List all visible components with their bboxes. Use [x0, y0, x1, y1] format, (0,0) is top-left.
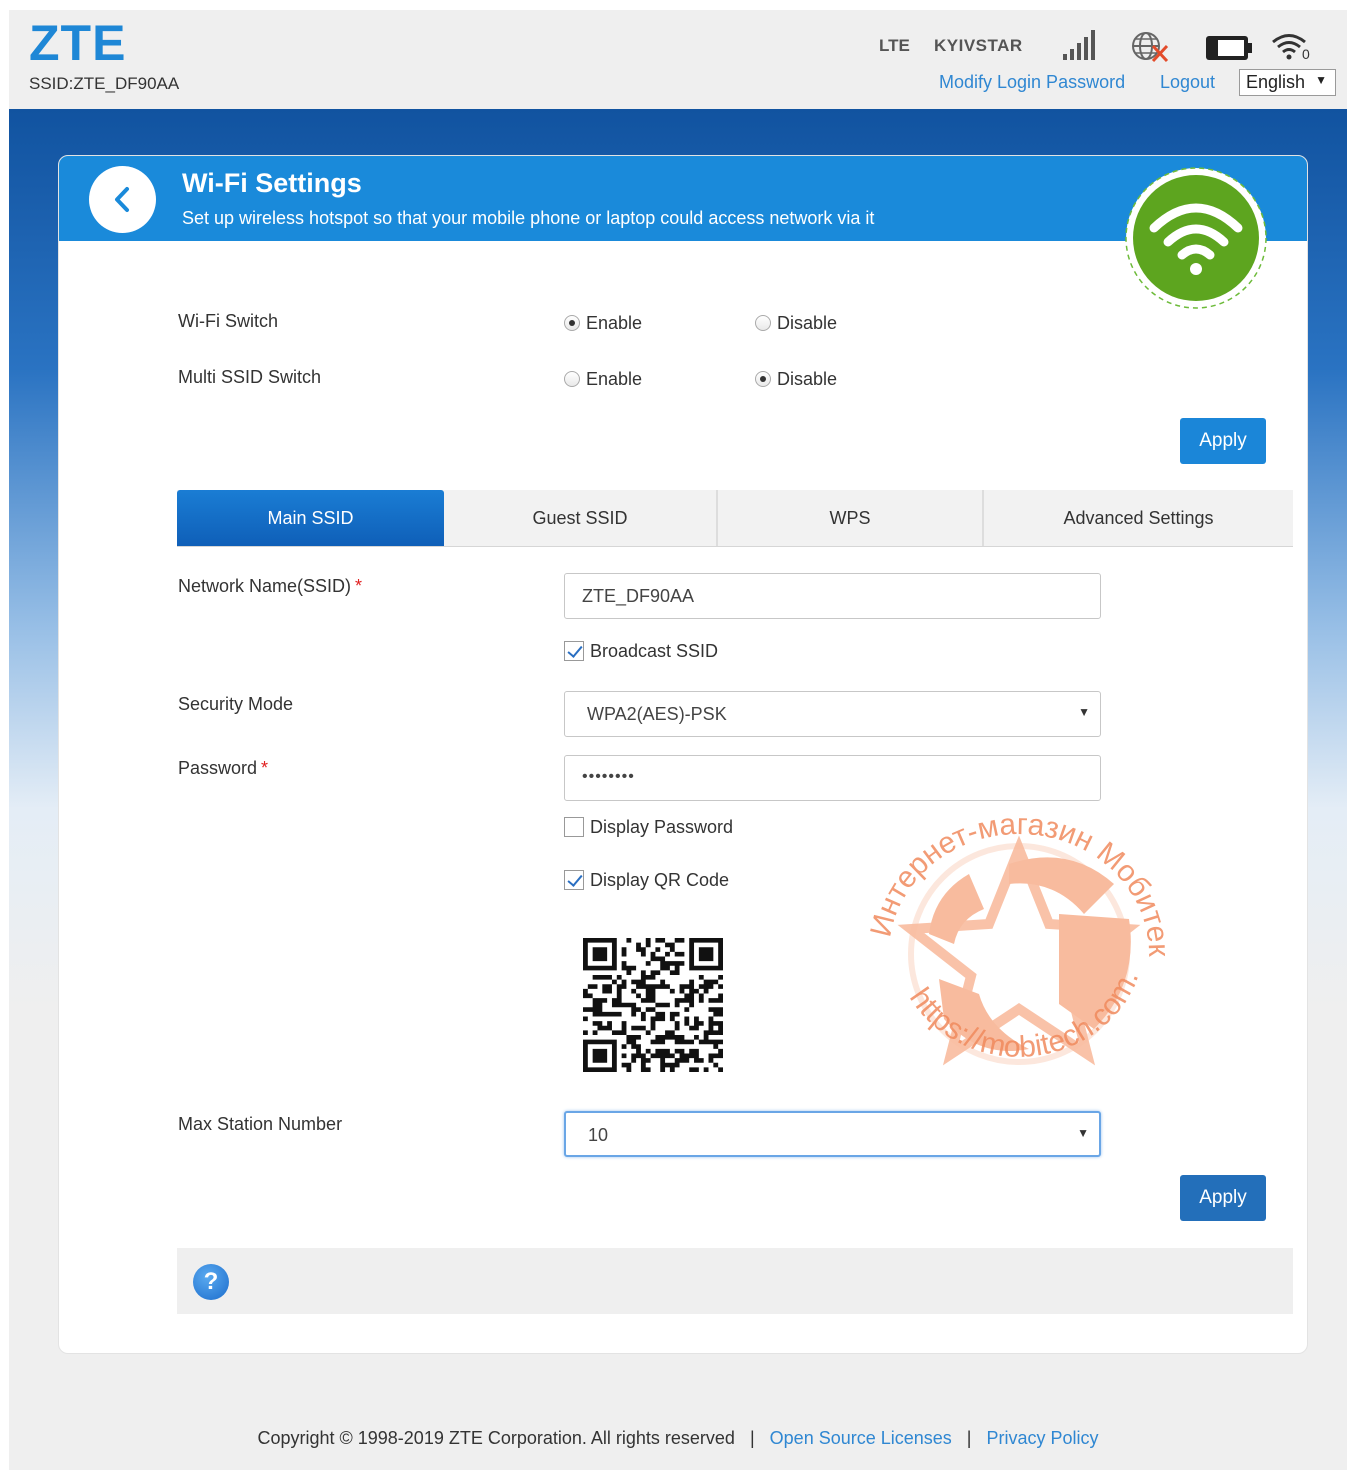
- checkbox-label: Display QR Code: [590, 870, 730, 890]
- chevron-left-icon: [115, 187, 129, 212]
- display-password-checkbox[interactable]: Display Password: [564, 817, 733, 838]
- network-type: LTE: [879, 36, 910, 55]
- apply-switch-button[interactable]: Apply: [1180, 418, 1266, 464]
- back-button[interactable]: [89, 166, 156, 233]
- ssid-tabs: Main SSID Guest SSID WPS Advanced Settin…: [177, 490, 1293, 547]
- help-bar: ?: [177, 1248, 1293, 1314]
- language-value: English: [1246, 72, 1306, 92]
- checkbox-box: [564, 641, 584, 661]
- max-station-select[interactable]: 10 ▼: [564, 1111, 1101, 1157]
- ssid-input[interactable]: ZTE_DF90AA: [564, 573, 1101, 619]
- radio-button: [755, 371, 771, 387]
- zte-logo: ZTE: [29, 15, 127, 71]
- required-mark: *: [261, 758, 269, 778]
- apply-ssid-button[interactable]: Apply: [1180, 1175, 1266, 1221]
- radio-label: Enable: [586, 313, 643, 333]
- password-label-text: Password: [178, 758, 258, 778]
- chevron-down-icon: ▼: [1077, 1126, 1089, 1140]
- max-station-value: 10: [588, 1125, 609, 1145]
- signal-icon: [1063, 30, 1095, 60]
- security-mode-value: WPA2(AES)-PSK: [587, 704, 727, 724]
- multi-ssid-enable[interactable]: Enable: [564, 369, 642, 390]
- watermark-top-text: Интернет-магазин Мобитек: [864, 808, 1175, 958]
- radio-button: [564, 371, 580, 387]
- watermark-stamp: Интернет-магазин Мобитек https://mobitec…: [859, 804, 1175, 1066]
- qr-modules: [583, 938, 723, 1072]
- battery-icon: [1206, 36, 1252, 60]
- watermark-bottom-text: https://mobitech.com.ua: [859, 804, 1145, 1064]
- page-title: Wi-Fi Settings: [182, 168, 362, 198]
- help-icon[interactable]: ?: [193, 1264, 229, 1300]
- wifi-settings-card: Wi-Fi Settings Set up wireless hotspot s…: [58, 155, 1308, 1354]
- checkbox-label: Display Password: [590, 817, 734, 837]
- language-select[interactable]: English ▼: [1239, 69, 1336, 96]
- svg-text:https://mobitech.com.ua: https://mobitech.com.ua: [859, 804, 1145, 1064]
- required-mark: *: [355, 576, 363, 596]
- wifi-client-count: 0: [1302, 46, 1310, 62]
- checkbox-label: Broadcast SSID: [590, 641, 719, 661]
- password-input[interactable]: ••••••••: [564, 755, 1101, 801]
- display-qr-code-checkbox[interactable]: Display QR Code: [564, 870, 729, 891]
- multi-ssid-disable[interactable]: Disable: [755, 369, 837, 390]
- wifi-badge-icon: [1125, 167, 1267, 309]
- top-header: ZTE SSID:ZTE_DF90AA LTE KYIVSTAR 0 Modif…: [9, 10, 1347, 109]
- radio-label: Disable: [777, 369, 838, 389]
- router-web-ui: ZTE SSID:ZTE_DF90AA LTE KYIVSTAR 0 Modif…: [9, 10, 1347, 1470]
- password-field-label: Password *: [178, 758, 268, 779]
- ssid-label: SSID:ZTE_DF90AA: [29, 74, 180, 93]
- copyright-text: Copyright © 1998-2019 ZTE Corporation. A…: [257, 1428, 735, 1448]
- wifi-qr-code: [583, 938, 723, 1072]
- carrier-name: KYIVSTAR: [934, 36, 1023, 55]
- tab-guest-ssid[interactable]: Guest SSID: [444, 490, 718, 546]
- wifi-switch-enable[interactable]: Enable: [564, 313, 642, 334]
- radio-button: [755, 315, 771, 331]
- max-station-label: Max Station Number: [178, 1114, 343, 1134]
- chevron-down-icon: ▼: [1315, 73, 1327, 87]
- privacy-policy-link[interactable]: Privacy Policy: [987, 1428, 1099, 1448]
- footer-separator: |: [966, 1428, 972, 1448]
- wifi-switch-label: Wi-Fi Switch: [178, 311, 278, 331]
- page-subtitle: Set up wireless hotspot so that your mob…: [182, 208, 875, 228]
- wifi-switch-disable[interactable]: Disable: [755, 313, 837, 334]
- checkbox-box: [564, 817, 584, 837]
- svg-text:Интернет-магазин Мобитек: Интернет-магазин Мобитек: [864, 808, 1175, 958]
- radio-label: Disable: [777, 313, 838, 333]
- chevron-down-icon: ▼: [1078, 705, 1090, 719]
- logout-link[interactable]: Logout: [1160, 72, 1215, 93]
- open-source-licenses-link[interactable]: Open Source Licenses: [770, 1428, 952, 1448]
- ssid-label-text: Network Name(SSID): [178, 576, 352, 596]
- tab-main-ssid[interactable]: Main SSID: [177, 490, 444, 546]
- multi-ssid-label: Multi SSID Switch: [178, 367, 322, 387]
- checkbox-box: [564, 870, 584, 890]
- radio-button: [564, 315, 580, 331]
- security-mode-select[interactable]: WPA2(AES)-PSK ▼: [564, 691, 1101, 737]
- modify-login-password-link[interactable]: Modify Login Password: [939, 72, 1125, 93]
- security-mode-label: Security Mode: [178, 694, 294, 714]
- ssid-field-label: Network Name(SSID) *: [178, 576, 362, 597]
- globe-disconnected-icon: [1132, 32, 1169, 63]
- tab-advanced-settings[interactable]: Advanced Settings: [984, 490, 1293, 546]
- footer-separator: |: [749, 1428, 755, 1448]
- broadcast-ssid-checkbox[interactable]: Broadcast SSID: [564, 641, 718, 662]
- radio-label: Enable: [586, 369, 643, 389]
- tab-wps[interactable]: WPS: [718, 490, 984, 546]
- footer: Copyright © 1998-2019 ZTE Corporation. A…: [9, 1428, 1347, 1449]
